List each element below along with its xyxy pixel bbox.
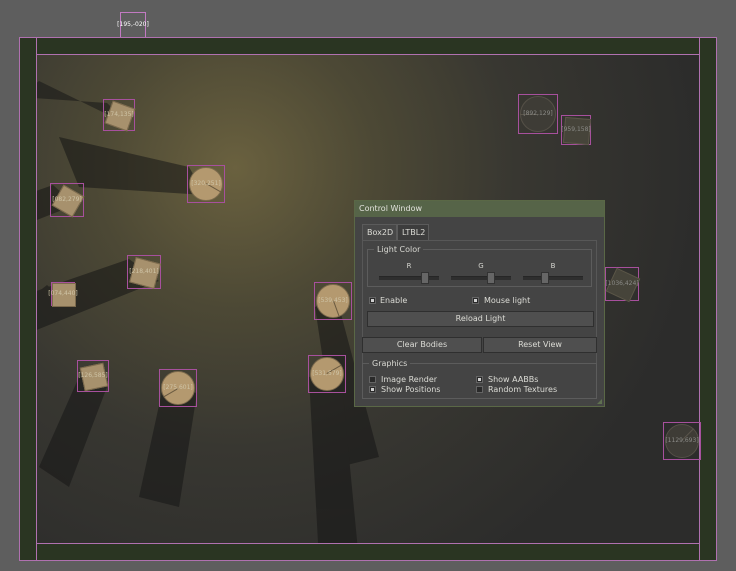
resize-grip-icon[interactable] bbox=[597, 399, 602, 404]
body-position-label: [1129,693] bbox=[665, 437, 699, 444]
show-aabbs-label: Show AABBs bbox=[488, 375, 539, 384]
physics-box[interactable]: [082,279] bbox=[50, 183, 85, 218]
physics-box[interactable]: [126,585] bbox=[77, 360, 109, 392]
enable-checkbox[interactable] bbox=[369, 297, 376, 304]
slider-g[interactable] bbox=[451, 272, 511, 284]
show-positions-checkbox[interactable] bbox=[369, 386, 376, 393]
physics-circle[interactable]: [892,129] bbox=[518, 94, 558, 134]
body-position-label: [275,601] bbox=[163, 384, 193, 391]
body-position-label: [1036,424] bbox=[605, 280, 639, 287]
physics-box[interactable]: [218,401] bbox=[127, 255, 161, 289]
body-position-label: [126,585] bbox=[78, 372, 108, 379]
shadow-7 bbox=[39, 377, 107, 487]
physics-body-offscreen[interactable]: [195,-020] bbox=[117, 12, 149, 38]
show-positions-label: Show Positions bbox=[381, 385, 441, 394]
slider-thumb[interactable] bbox=[421, 272, 429, 284]
control-window[interactable]: Control Window Box2D LTBL2 Light Color R… bbox=[354, 200, 605, 407]
physics-box[interactable]: [959,158] bbox=[561, 115, 592, 146]
mouse-light-checkbox[interactable] bbox=[472, 297, 479, 304]
wall-bottom bbox=[19, 543, 717, 561]
physics-box[interactable]: [1036,424] bbox=[605, 267, 641, 303]
image-render-checkbox[interactable] bbox=[369, 376, 376, 383]
body-position-label: [218,401] bbox=[129, 268, 159, 275]
body-position-label: [074,440] bbox=[48, 290, 78, 297]
mouse-light-label: Mouse light bbox=[484, 296, 531, 305]
enable-label: Enable bbox=[380, 296, 408, 305]
body-position-label: [174,135] bbox=[104, 111, 134, 118]
body-position-label: [320,251] bbox=[191, 180, 221, 187]
random-textures-checkbox[interactable] bbox=[476, 386, 483, 393]
wall-left bbox=[19, 37, 37, 561]
image-render-label: Image Render bbox=[381, 375, 438, 384]
slider-track bbox=[379, 276, 439, 280]
control-window-title[interactable]: Control Window bbox=[355, 201, 604, 217]
show-aabbs-checkbox[interactable] bbox=[476, 376, 483, 383]
physics-box[interactable]: [174,135] bbox=[103, 99, 136, 132]
slider-b-label: B bbox=[550, 262, 556, 270]
graphics-legend: Graphics bbox=[372, 359, 408, 368]
reset-view-button[interactable]: Reset View bbox=[483, 337, 597, 353]
slider-r-label: R bbox=[406, 262, 412, 270]
slider-thumb[interactable] bbox=[487, 272, 495, 284]
slider-thumb[interactable] bbox=[541, 272, 549, 284]
slider-b[interactable] bbox=[523, 272, 583, 284]
tab-box2d[interactable]: Box2D bbox=[362, 224, 397, 240]
wall-top bbox=[19, 37, 717, 55]
body-position-label: [959,158] bbox=[561, 126, 591, 133]
physics-box[interactable]: [074,440] bbox=[48, 282, 78, 307]
body-position-label: [082,279] bbox=[52, 196, 82, 203]
body-position-label: [195,-020] bbox=[117, 21, 149, 28]
physics-circle[interactable]: [320,251] bbox=[187, 165, 225, 203]
clear-bodies-button[interactable]: Clear Bodies bbox=[362, 337, 482, 353]
slider-track bbox=[451, 276, 511, 280]
body-position-label: [539,453] bbox=[318, 297, 348, 304]
physics-circle[interactable]: [1129,693] bbox=[663, 422, 701, 460]
slider-r[interactable] bbox=[379, 272, 439, 284]
slider-track bbox=[523, 276, 583, 280]
physics-circle[interactable]: [531,579] bbox=[308, 355, 346, 393]
body-position-label: [531,579] bbox=[312, 370, 342, 377]
body-position-label: [892,129] bbox=[523, 110, 553, 117]
random-textures-label: Random Textures bbox=[488, 385, 558, 394]
tab-ltbl2[interactable]: LTBL2 bbox=[397, 224, 429, 240]
wall-right bbox=[699, 37, 717, 561]
physics-circle[interactable]: [275,601] bbox=[159, 369, 197, 407]
physics-circle[interactable]: [539,453] bbox=[314, 282, 352, 320]
slider-g-label: G bbox=[478, 262, 484, 270]
reload-light-button[interactable]: Reload Light bbox=[367, 311, 594, 327]
light-color-legend: Light Color bbox=[377, 245, 421, 254]
